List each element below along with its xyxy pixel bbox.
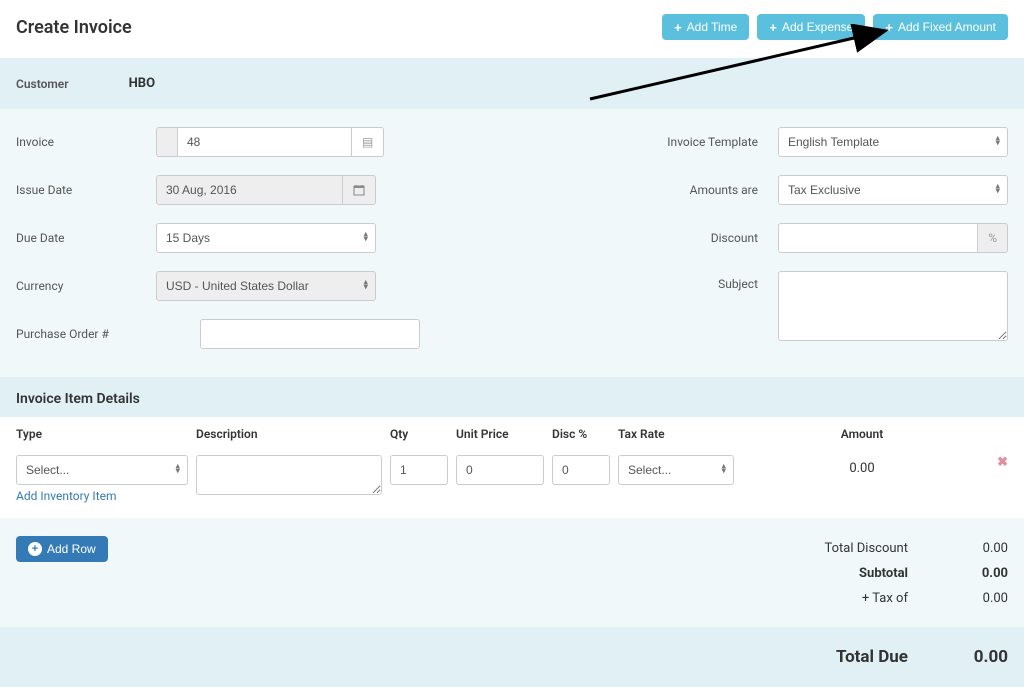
currency-label: Currency [16,279,156,293]
customer-label: Customer [16,77,69,91]
po-input[interactable] [200,319,420,349]
subtotal-value: 0.00 [948,566,1008,581]
col-header-qty: Qty [390,427,448,441]
currency-select[interactable]: USD - United States Dollar [156,271,376,301]
subject-textarea[interactable] [778,271,1008,341]
col-header-type: Type [16,427,188,441]
col-header-tax-rate: Tax Rate [618,427,734,441]
item-qty-input[interactable] [390,455,448,485]
item-unit-price-input[interactable] [456,455,544,485]
item-amount-value: 0.00 [742,455,982,476]
amounts-select[interactable]: Tax Exclusive [778,175,1008,205]
tax-value: 0.00 [948,591,1008,606]
item-tax-select[interactable]: Select... [618,455,734,485]
po-label: Purchase Order # [16,327,156,341]
calendar-icon[interactable] [343,175,376,205]
col-header-amount: Amount [742,427,982,441]
issue-date-label: Issue Date [16,183,156,197]
total-discount-value: 0.00 [948,541,1008,556]
total-discount-label: Total Discount [748,541,948,556]
invoice-prefix-addon [156,127,177,157]
add-row-label: Add Row [47,542,96,556]
col-header-description: Description [196,427,382,441]
item-disc-input[interactable] [552,455,610,485]
item-type-select[interactable]: Select... [16,455,188,485]
percent-addon: % [978,223,1008,253]
tax-label: + Tax of [748,591,948,606]
add-row-button[interactable]: + Add Row [16,536,108,562]
customer-value: HBO [129,76,155,91]
add-time-label: Add Time [687,20,738,34]
customer-bar: Customer HBO [0,58,1024,109]
plus-circle-icon: + [28,542,42,556]
total-due-value: 0.00 [948,647,1008,667]
col-header-unit-price: Unit Price [456,427,544,441]
invoice-number-input[interactable] [177,127,352,157]
add-expense-button[interactable]: + Add Expense [757,14,865,40]
items-section-title: Invoice Item Details [16,391,1008,407]
invoice-picker-icon[interactable]: ▤ [352,127,384,157]
amounts-label: Amounts are [638,183,778,197]
add-fixed-amount-label: Add Fixed Amount [898,20,996,34]
due-date-select[interactable]: 15 Days [156,223,376,253]
template-select[interactable]: English Template [778,127,1008,157]
add-fixed-amount-button[interactable]: + Add Fixed Amount [873,14,1008,40]
plus-icon: + [674,21,682,34]
col-header-disc: Disc % [552,427,610,441]
add-inventory-link[interactable]: Add Inventory Item [16,489,117,503]
template-label: Invoice Template [638,135,778,149]
subject-label: Subject [638,271,778,291]
discount-label: Discount [638,231,778,245]
plus-icon: + [769,21,777,34]
line-item-row: Select... ▴▾ Add Inventory Item Select..… [0,451,1024,504]
page-title: Create Invoice [16,17,132,38]
delete-row-icon[interactable]: ✖ [997,449,1008,470]
subtotal-label: Subtotal [748,566,948,581]
plus-icon: + [885,21,893,34]
add-expense-label: Add Expense [782,20,853,34]
invoice-label: Invoice [16,135,156,149]
add-time-button[interactable]: + Add Time [662,14,749,40]
item-description-textarea[interactable] [196,455,382,495]
total-due-label: Total Due [748,647,948,667]
discount-input[interactable] [778,223,978,253]
issue-date-input[interactable] [156,175,343,205]
header-actions: + Add Time + Add Expense + Add Fixed Amo… [662,14,1008,40]
due-date-label: Due Date [16,231,156,245]
